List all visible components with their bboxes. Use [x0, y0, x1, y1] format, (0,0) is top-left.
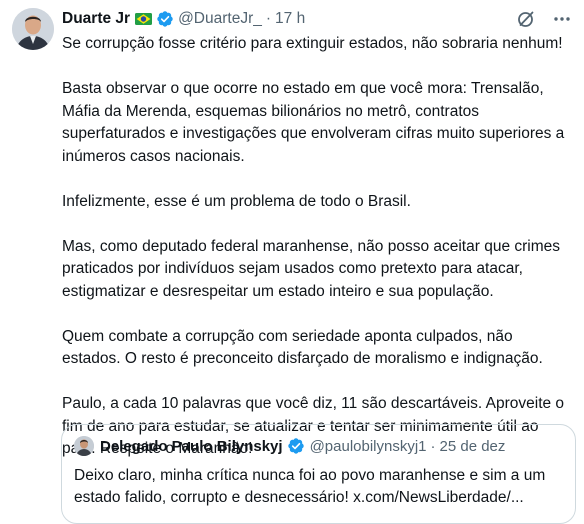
- verified-badge-icon[interactable]: [156, 10, 174, 28]
- post-paragraph: Infelizmente, esse é um problema de todo…: [62, 192, 411, 210]
- quoted-author-avatar: [74, 436, 94, 456]
- post-header: Duarte Jr @DuarteJr_ · 17 h: [62, 8, 572, 30]
- author-avatar[interactable]: [12, 8, 54, 50]
- brazil-flag-icon: [135, 13, 153, 25]
- grok-icon[interactable]: [516, 9, 536, 29]
- author-handle[interactable]: @DuarteJr_: [178, 10, 262, 28]
- quoted-post-header: Delegado Paulo Bilynskyj @paulobilynskyj…: [74, 436, 505, 456]
- header-actions: [516, 8, 572, 30]
- post-time[interactable]: 17 h: [275, 10, 305, 28]
- post-paragraph: Mas, como deputado federal maranhense, n…: [62, 237, 561, 300]
- quoted-post-text: Deixo claro, minha crítica nunca foi ao …: [74, 467, 546, 506]
- more-icon[interactable]: [552, 9, 572, 29]
- post-paragraph: Basta observar o que ocorre no estado em…: [62, 80, 565, 165]
- verified-badge-icon[interactable]: [287, 437, 305, 455]
- post-body: Se corrupção fosse critério para extingu…: [62, 33, 574, 461]
- post-paragraph: Se corrupção fosse critério para extingu…: [62, 35, 563, 52]
- post-paragraph: Quem combate a corrupção com seriedade a…: [62, 327, 543, 368]
- separator-dot: ·: [265, 10, 272, 27]
- separator-dot: ·: [430, 437, 436, 455]
- author-name[interactable]: Duarte Jr: [62, 10, 130, 28]
- quoted-author-name[interactable]: Delegado Paulo Bilynskyj: [100, 438, 283, 455]
- quoted-post[interactable]: Delegado Paulo Bilynskyj @paulobilynskyj…: [61, 424, 576, 524]
- quoted-author-handle[interactable]: @paulobilynskyj1: [310, 438, 427, 455]
- quoted-post-date[interactable]: 25 de dez: [440, 438, 506, 455]
